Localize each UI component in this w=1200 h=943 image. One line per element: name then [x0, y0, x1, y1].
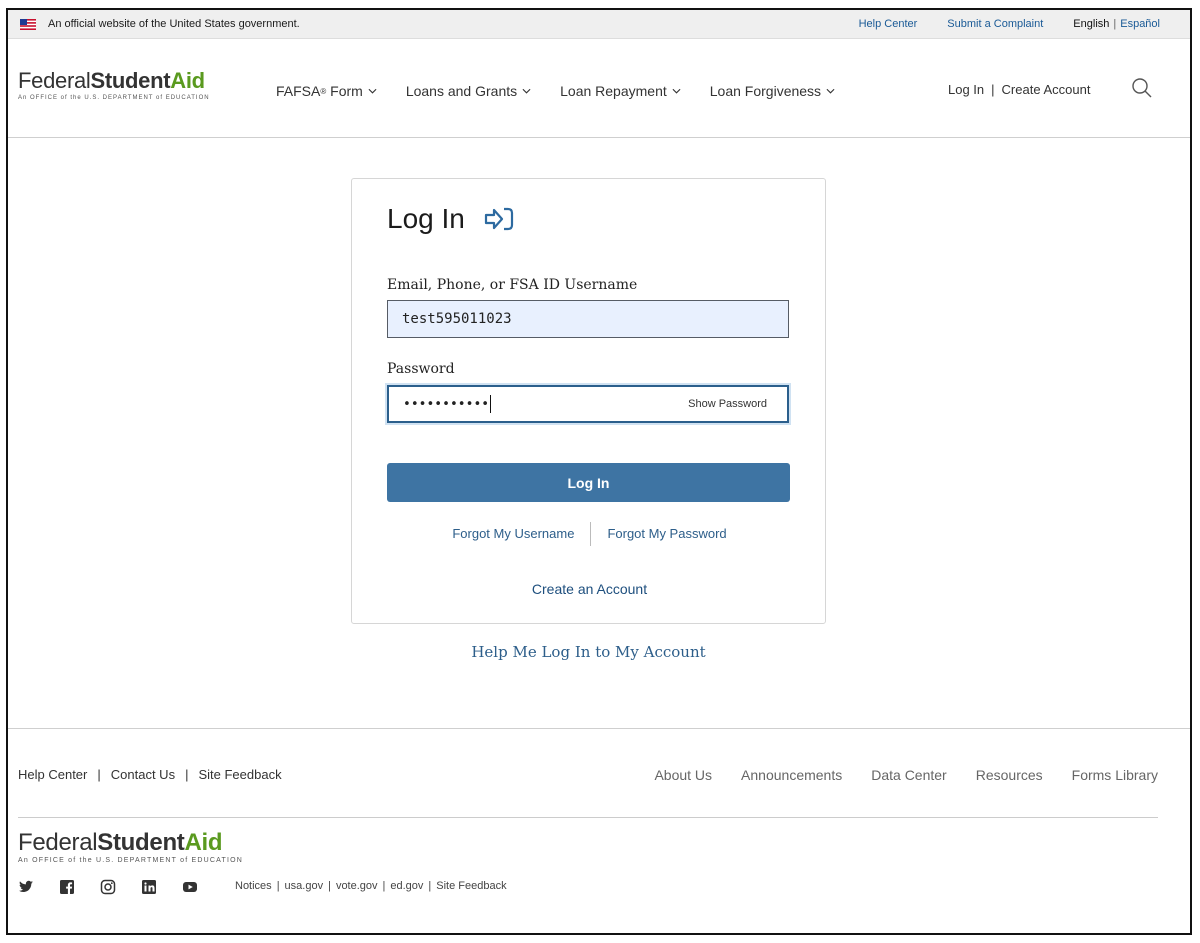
- linkedin-icon[interactable]: [141, 879, 157, 895]
- username-value: test595011023: [402, 311, 512, 327]
- logo-tagline: An OFFICE of the U.S. DEPARTMENT of EDUC…: [18, 95, 210, 101]
- forgot-username-link[interactable]: Forgot My Username: [436, 526, 590, 546]
- footer-votegov-link[interactable]: vote.gov: [336, 880, 378, 892]
- youtube-icon[interactable]: [182, 879, 198, 895]
- facebook-icon[interactable]: [59, 879, 75, 895]
- footer-logo-wordmark: FederalStudentAid: [18, 829, 243, 857]
- footer-bottom-separator: |: [328, 880, 331, 892]
- footer-announcements-link[interactable]: Announcements: [741, 767, 842, 783]
- text-caret: [490, 395, 492, 413]
- header-auth-separator: |: [991, 82, 995, 97]
- create-account-link[interactable]: Create an Account: [352, 581, 827, 597]
- footer-primary-links: Help Center | Contact Us | Site Feedback: [18, 767, 282, 782]
- nav-loans-and-grants-label: Loans and Grants: [405, 83, 518, 99]
- logo-aid: Aid: [170, 68, 205, 93]
- username-input[interactable]: test595011023: [387, 300, 789, 338]
- gov-banner-text: An official website of the United States…: [48, 18, 300, 30]
- footer-edgov-link[interactable]: ed.gov: [390, 880, 423, 892]
- footer-resources-link[interactable]: Resources: [976, 767, 1043, 783]
- chevron-down-icon: [522, 88, 531, 94]
- help-login-link[interactable]: Help Me Log In to My Account: [351, 643, 826, 661]
- footer-bottom-links: Notices | usa.gov | vote.gov | ed.gov | …: [235, 880, 507, 892]
- footer-bottom-site-feedback-link[interactable]: Site Feedback: [436, 880, 506, 892]
- nav-loan-forgiveness[interactable]: Loan Forgiveness: [710, 83, 835, 99]
- us-flag-icon: [20, 18, 36, 30]
- language-english-link[interactable]: English: [1073, 18, 1109, 30]
- footer-logo-tagline: An OFFICE of the U.S. DEPARTMENT of EDUC…: [18, 857, 244, 864]
- login-title: Log In: [387, 203, 515, 235]
- logo-student: Student: [90, 68, 171, 93]
- main-nav: FAFSA ® Form Loans and Grants Loan Repaym…: [276, 83, 864, 99]
- fsa-logo[interactable]: FederalStudentAid An OFFICE of the U.S. …: [18, 69, 210, 102]
- footer-bottom-separator: |: [276, 880, 280, 892]
- social-links: [18, 879, 223, 895]
- nav-fafsa-form[interactable]: FAFSA ® Form: [276, 83, 377, 99]
- gov-banner-links: Help Center Submit a Complaint English |…: [859, 10, 1160, 38]
- logo-wordmark: FederalStudentAid: [18, 69, 210, 93]
- login-button[interactable]: Log In: [387, 463, 790, 502]
- site-header: FederalStudentAid An OFFICE of the U.S. …: [8, 39, 1190, 138]
- footer-divider: [18, 817, 1158, 818]
- password-value: •••••••••••: [403, 396, 490, 412]
- login-arrow-icon: [484, 207, 513, 231]
- nav-fafsa-suffix: Form: [326, 83, 363, 99]
- logo-federal: Federal: [18, 68, 91, 93]
- footer-logo-student: Student: [97, 829, 185, 856]
- chevron-down-icon: [672, 88, 681, 94]
- password-input[interactable]: ••••••••••• Show Password: [387, 385, 789, 423]
- main-content: Log In Email, Phone, or FSA ID Username …: [8, 138, 1190, 728]
- banner-help-center-link[interactable]: Help Center: [859, 18, 918, 30]
- footer-separator: |: [185, 767, 189, 782]
- instagram-icon[interactable]: [100, 879, 116, 895]
- header-log-in-link[interactable]: Log In: [948, 82, 984, 97]
- login-title-text: Log In: [387, 203, 465, 234]
- password-label: Password: [387, 361, 455, 377]
- chevron-down-icon: [368, 88, 377, 94]
- gov-banner: An official website of the United States…: [8, 10, 1190, 39]
- footer-notices-link[interactable]: Notices: [235, 880, 272, 892]
- chevron-down-icon: [826, 88, 835, 94]
- footer-bottom-separator: |: [428, 880, 432, 892]
- forgot-links: Forgot My Username Forgot My Password: [352, 522, 827, 546]
- footer-usagov-link[interactable]: usa.gov: [285, 880, 324, 892]
- header-auth-links: Log In | Create Account: [948, 82, 1090, 97]
- twitter-icon[interactable]: [18, 879, 34, 895]
- language-espanol-link[interactable]: Español: [1120, 18, 1160, 30]
- footer-fsa-logo[interactable]: FederalStudentAid An OFFICE of the U.S. …: [18, 829, 243, 864]
- footer-bottom-separator: |: [382, 880, 386, 892]
- footer-forms-library-link[interactable]: Forms Library: [1072, 767, 1158, 783]
- footer-separator: |: [97, 767, 101, 782]
- login-card: Log In Email, Phone, or FSA ID Username …: [351, 178, 826, 624]
- footer-about-us-link[interactable]: About Us: [654, 767, 712, 783]
- footer-help-center-link[interactable]: Help Center: [18, 767, 87, 782]
- search-icon[interactable]: [1131, 77, 1153, 99]
- footer-site-feedback-link[interactable]: Site Feedback: [198, 767, 281, 782]
- banner-submit-complaint-link[interactable]: Submit a Complaint: [947, 18, 1043, 30]
- footer-logo-aid: Aid: [184, 829, 223, 856]
- username-label: Email, Phone, or FSA ID Username: [387, 277, 638, 293]
- page-frame: An official website of the United States…: [6, 8, 1192, 935]
- footer-contact-us-link[interactable]: Contact Us: [111, 767, 175, 782]
- footer-data-center-link[interactable]: Data Center: [871, 767, 946, 783]
- site-footer: Help Center | Contact Us | Site Feedback…: [8, 728, 1190, 933]
- forgot-password-link[interactable]: Forgot My Password: [591, 526, 742, 546]
- nav-loan-repayment[interactable]: Loan Repayment: [560, 83, 681, 99]
- footer-logo-federal: Federal: [18, 829, 98, 856]
- nav-loan-forgiveness-label: Loan Forgiveness: [709, 83, 822, 99]
- nav-loans-and-grants[interactable]: Loans and Grants: [406, 83, 531, 99]
- show-password-toggle[interactable]: Show Password: [688, 387, 767, 421]
- footer-secondary-links: About Us Announcements Data Center Resou…: [625, 767, 1158, 783]
- header-create-account-link[interactable]: Create Account: [1002, 82, 1091, 97]
- language-separator: |: [1113, 18, 1117, 30]
- nav-loan-repayment-label: Loan Repayment: [560, 83, 667, 99]
- nav-fafsa-label: FAFSA: [276, 83, 321, 99]
